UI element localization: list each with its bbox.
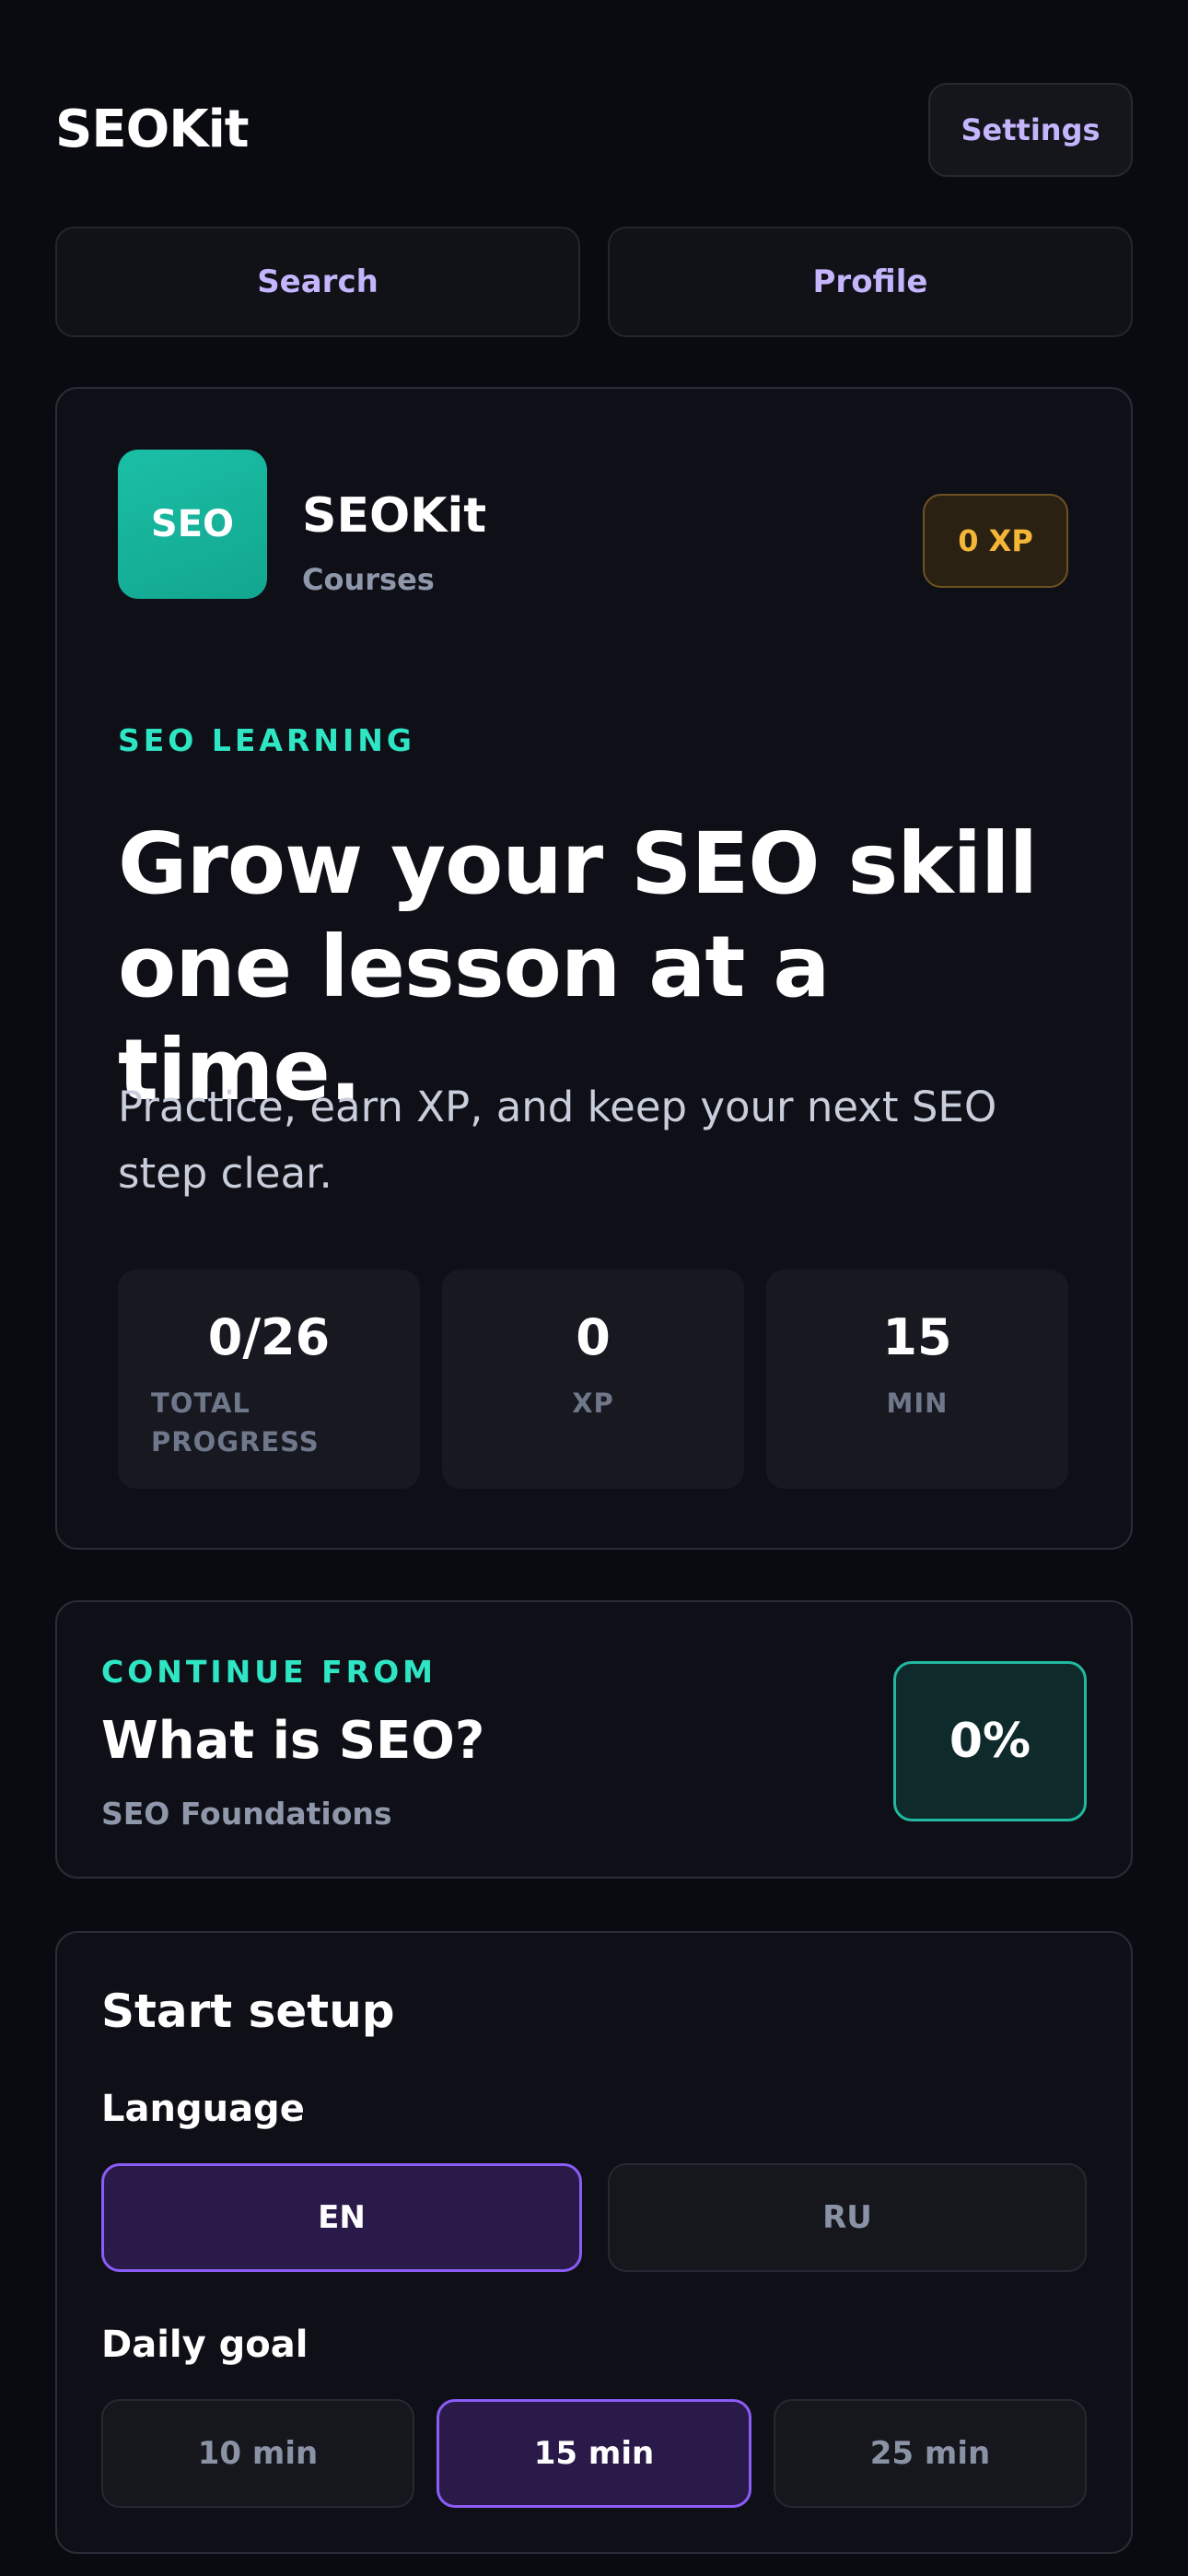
profile-button[interactable]: Profile xyxy=(608,227,1133,337)
search-button[interactable]: Search xyxy=(55,227,580,337)
goal-option-15[interactable]: 15 min xyxy=(437,2399,751,2508)
stat-value: 0/26 xyxy=(207,1308,331,1366)
app-name: SEOKit xyxy=(302,488,487,544)
setup-title: Start setup xyxy=(101,1985,395,2038)
continue-eyebrow: CONTINUE FROM xyxy=(101,1654,437,1690)
hero-description: Practice, earn XP, and keep your next SE… xyxy=(118,1083,997,1198)
language-option-ru[interactable]: RU xyxy=(608,2163,1087,2272)
goal-option-25[interactable]: 25 min xyxy=(774,2399,1087,2508)
language-option-en[interactable]: EN xyxy=(101,2163,582,2272)
stat-label: MIN xyxy=(886,1388,949,1419)
language-label: Language xyxy=(101,2088,305,2130)
stat-minutes: 15 MIN xyxy=(766,1270,1068,1489)
stat-value: 15 xyxy=(882,1308,952,1366)
course-name: SEO Foundations xyxy=(101,1796,392,1832)
app-logo: SEO xyxy=(118,450,267,599)
stat-xp: 0 XP xyxy=(442,1270,744,1489)
continue-lesson-card[interactable]: CONTINUE FROM What is SEO? SEO Foundatio… xyxy=(55,1600,1133,1879)
stat-label: TOTAL PROGRESS xyxy=(151,1388,320,1458)
stat-value: 0 xyxy=(576,1308,611,1366)
stat-label: XP xyxy=(572,1388,614,1419)
lesson-title: What is SEO? xyxy=(101,1711,485,1771)
daily-goal-label: Daily goal xyxy=(101,2324,309,2366)
xp-badge: 0 XP xyxy=(923,494,1068,588)
setup-card: Start setup Language EN RU Daily goal 10… xyxy=(55,1931,1133,2554)
settings-button[interactable]: Settings xyxy=(928,83,1133,177)
hero-eyebrow: SEO LEARNING xyxy=(118,722,415,758)
app-brand: SEOKit xyxy=(55,100,250,159)
stat-total-progress: 0/26 TOTAL PROGRESS xyxy=(118,1270,420,1489)
app-subtitle: Courses xyxy=(302,562,435,597)
hero-card: SEO SEOKit Courses 0 XP SEO LEARNING Gro… xyxy=(55,387,1133,1550)
page: SEOKit Settings Search Profile SEO SEOKi… xyxy=(0,0,1188,2576)
goal-option-10[interactable]: 10 min xyxy=(101,2399,414,2508)
lesson-progress-badge: 0% xyxy=(893,1661,1087,1821)
